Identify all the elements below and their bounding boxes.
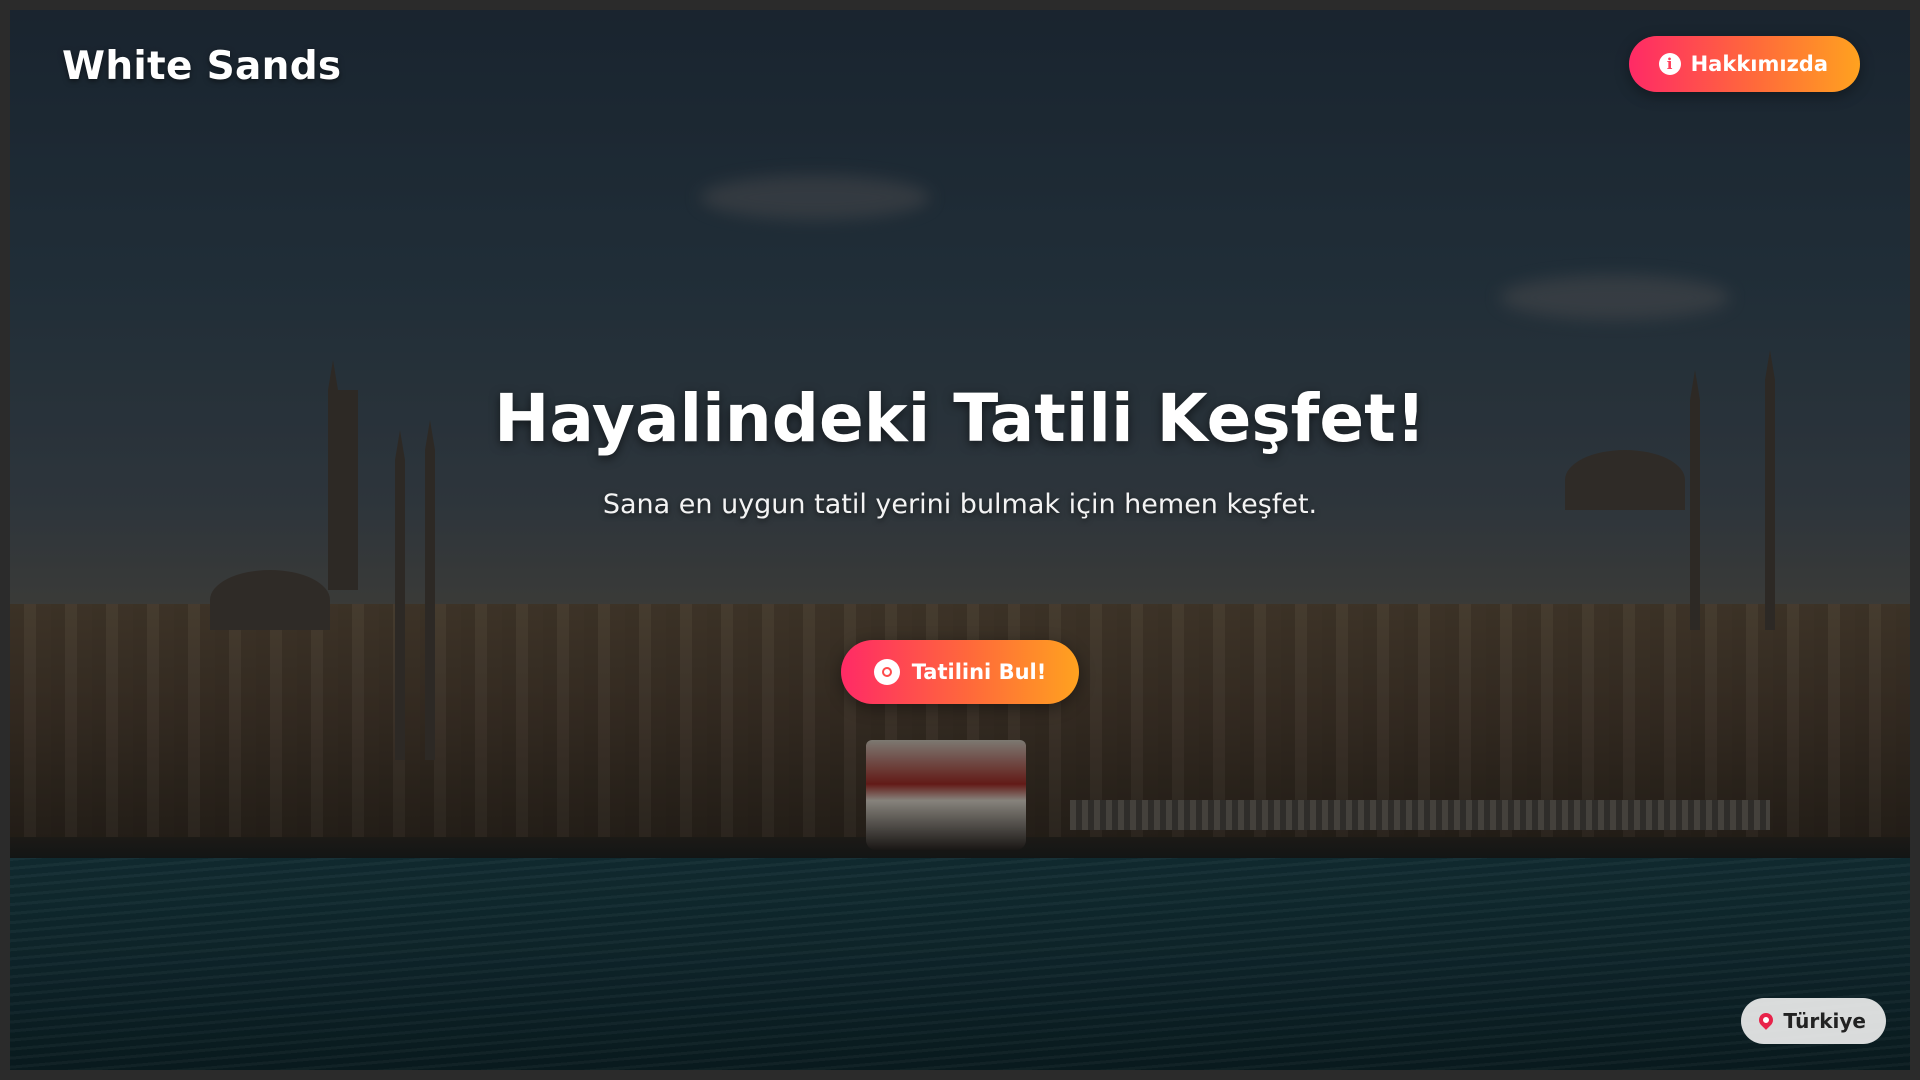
find-vacation-button[interactable]: Tatilini Bul! — [841, 640, 1079, 704]
location-label: Türkiye — [1783, 1009, 1866, 1033]
brand-logo[interactable]: White Sands — [62, 44, 341, 89]
hero-subtitle: Sana en uygun tatil yerini bulmak için h… — [602, 489, 1318, 520]
browser-viewport: White Sands i Hakkımızda Hayalindeki Tat… — [10, 10, 1910, 1070]
about-us-button[interactable]: i Hakkımızda — [1628, 36, 1860, 92]
compass-icon — [873, 659, 900, 685]
find-vacation-label: Tatilini Bul! — [911, 660, 1047, 684]
map-pin-icon — [1756, 1009, 1777, 1030]
hero-title: Hayalindeki Tatili Keşfet! — [494, 380, 1426, 457]
location-badge[interactable]: Türkiye — [1741, 998, 1886, 1044]
info-icon: i — [1658, 53, 1681, 75]
background-overlay — [10, 10, 1910, 1070]
background-image-istanbul-skyline — [10, 10, 1910, 1070]
about-us-label: Hakkımızda — [1690, 52, 1828, 76]
